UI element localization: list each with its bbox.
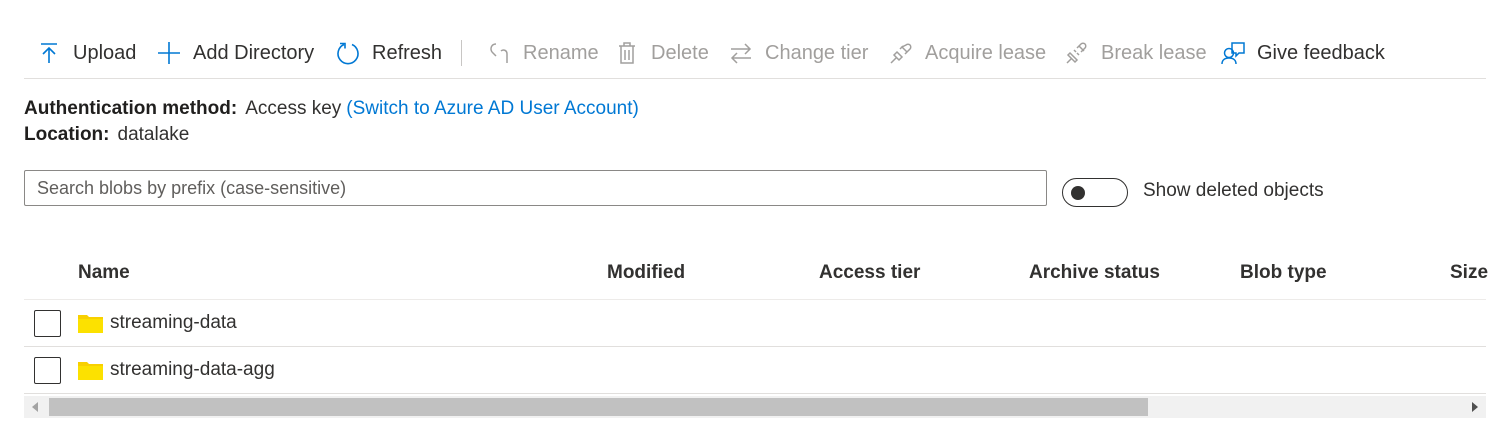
row-checkbox[interactable]: [34, 310, 61, 337]
folder-icon: [78, 315, 103, 333]
column-header-archive-status[interactable]: Archive status: [1029, 262, 1160, 284]
give-feedback-label: Give feedback: [1257, 41, 1385, 64]
column-header-size[interactable]: Size: [1450, 262, 1488, 284]
delete-label: Delete: [651, 41, 709, 64]
row-checkbox[interactable]: [34, 357, 61, 384]
unplug-icon: [1066, 42, 1087, 64]
break-lease-button[interactable]: Break lease: [1065, 38, 1207, 68]
auth-method-value: Access key: [245, 98, 342, 119]
upload-icon: [41, 43, 57, 63]
give-feedback-button[interactable]: Give feedback: [1221, 38, 1385, 68]
location-value: datalake: [117, 124, 190, 145]
refresh-label: Refresh: [372, 41, 443, 64]
toggle-knob: [1071, 186, 1085, 200]
table-row[interactable]: streaming-data: [24, 300, 1486, 347]
acquire-lease-button[interactable]: Acquire lease: [889, 38, 1046, 68]
swap-arrows-icon: [730, 43, 752, 64]
add-directory-button[interactable]: Add Directory: [157, 38, 314, 68]
folder-icon: [78, 362, 103, 380]
column-header-modified[interactable]: Modified: [607, 262, 685, 284]
upload-label: Upload: [73, 41, 137, 64]
auth-method-line: Authentication method: Access key (Switch …: [24, 98, 639, 120]
row-name[interactable]: streaming-data-agg: [110, 359, 275, 381]
location-line: Location: datalake: [24, 124, 189, 146]
change-tier-label: Change tier: [765, 41, 869, 64]
scrollbar-thumb[interactable]: [49, 398, 1148, 416]
rename-label: Rename: [523, 41, 599, 64]
upload-button[interactable]: Upload: [37, 38, 136, 68]
column-header-blob-type[interactable]: Blob type: [1240, 262, 1327, 284]
trash-icon: [619, 42, 635, 64]
show-deleted-toggle[interactable]: [1062, 178, 1128, 207]
auth-method-label: Authentication method:: [24, 98, 238, 119]
feedback-icon: [1221, 42, 1245, 65]
table-row[interactable]: streaming-data-agg: [24, 347, 1486, 394]
horizontal-scrollbar[interactable]: [24, 396, 1486, 418]
location-label: Location:: [24, 124, 110, 145]
row-name[interactable]: streaming-data: [110, 312, 237, 334]
search-input[interactable]: [24, 170, 1047, 206]
refresh-icon: [337, 42, 359, 65]
acquire-lease-label: Acquire lease: [925, 41, 1047, 64]
plug-icon: [890, 43, 912, 64]
break-lease-label: Break lease: [1101, 41, 1207, 64]
delete-button[interactable]: Delete: [615, 38, 709, 68]
rename-button[interactable]: Rename: [487, 38, 599, 68]
switch-auth-link[interactable]: (Switch to Azure AD User Account): [346, 98, 639, 119]
column-header-access-tier[interactable]: Access tier: [819, 262, 920, 284]
change-tier-button[interactable]: Change tier: [729, 38, 868, 68]
plus-icon: [158, 42, 180, 64]
scroll-right-icon[interactable]: [1472, 402, 1478, 412]
toolbar-divider: [461, 40, 462, 66]
scroll-left-icon[interactable]: [32, 402, 38, 412]
rename-icon: [490, 43, 508, 63]
refresh-button[interactable]: Refresh: [336, 38, 442, 68]
add-directory-label: Add Directory: [193, 41, 315, 64]
show-deleted-label: Show deleted objects: [1143, 180, 1324, 201]
column-header-name[interactable]: Name: [78, 262, 130, 284]
command-bar: Upload Add Directory Refresh Rename Dele…: [24, 30, 1486, 79]
